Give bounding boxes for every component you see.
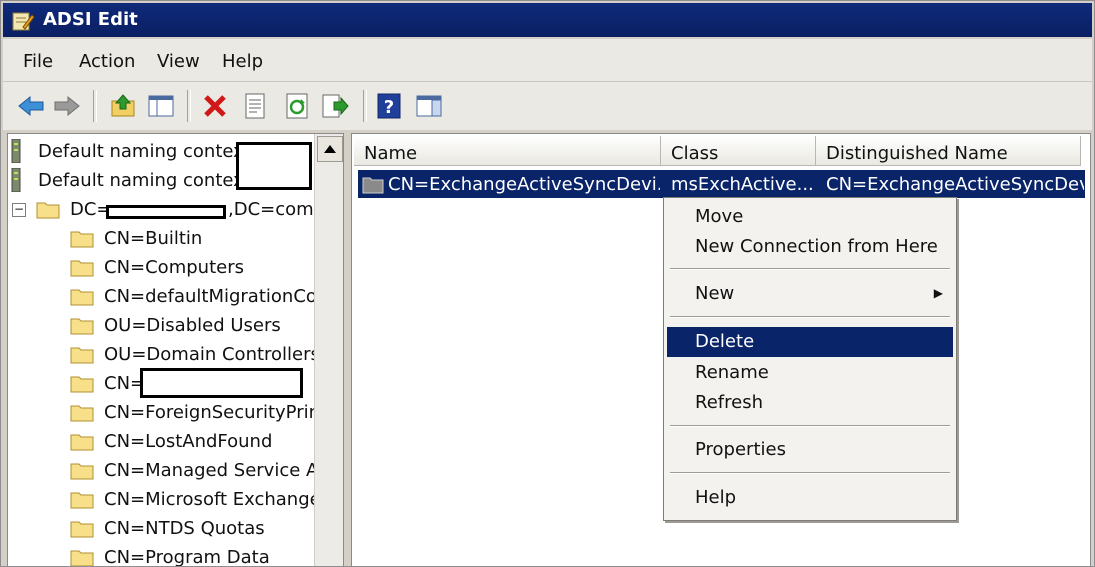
menu-help[interactable]: Help xyxy=(222,51,263,72)
menu-separator xyxy=(670,268,950,270)
menu-item-refresh[interactable]: Refresh xyxy=(667,388,953,418)
menu-item-new-connection[interactable]: New Connection from Here xyxy=(667,232,953,262)
window-title: ADSI Edit xyxy=(43,9,138,30)
tree-item-label: CN=Builtin xyxy=(104,228,203,249)
redaction-box xyxy=(236,142,312,190)
properties-icon[interactable] xyxy=(239,90,271,122)
row-name: CN=ExchangeActiveSyncDevi... xyxy=(388,174,660,195)
list-row-selected[interactable]: CN=ExchangeActiveSyncDevi... msExchActiv… xyxy=(358,170,1085,198)
server-icon xyxy=(11,139,21,163)
context-menu: Move New Connection from Here New ▶ Dele… xyxy=(663,197,957,521)
adsi-edit-app-icon xyxy=(11,9,35,37)
menu-separator xyxy=(670,316,950,318)
toolbar-separator xyxy=(187,90,191,122)
folder-icon xyxy=(70,318,94,335)
tree-item-label: CN=Program Data xyxy=(104,547,270,567)
folder-icon xyxy=(70,376,94,393)
folder-icon xyxy=(70,492,94,509)
tree-vertical-scrollbar[interactable] xyxy=(314,134,343,566)
folder-icon xyxy=(70,347,94,364)
menu-item-new[interactable]: New ▶ xyxy=(667,279,953,309)
menu-action[interactable]: Action xyxy=(79,51,135,72)
tree-item-label: CN=Computers xyxy=(104,257,244,278)
adsi-edit-window: ADSI Edit File Action View Help ? Defaul… xyxy=(0,0,1095,567)
help-icon[interactable]: ? xyxy=(373,90,405,122)
toolbar-separator xyxy=(93,90,97,122)
tree-connection-label: Default naming context xyxy=(38,141,251,162)
folder-icon xyxy=(70,434,94,451)
menu-item-properties[interactable]: Properties xyxy=(667,435,953,465)
tree-pane[interactable]: Default naming context Default naming co… xyxy=(7,133,344,567)
folder-icon xyxy=(70,260,94,277)
tree-item-label: CN=Managed Service Acc xyxy=(104,460,338,481)
row-class: msExchActive... xyxy=(671,174,814,195)
export-list-icon[interactable] xyxy=(319,90,351,122)
tree-item-label: OU=Domain Controllers xyxy=(104,344,320,365)
collapse-toggle[interactable]: − xyxy=(12,203,26,217)
tree-item-label: CN=LostAndFound xyxy=(104,431,273,452)
menu-bar: File Action View Help xyxy=(3,39,1092,82)
scroll-up-button[interactable] xyxy=(317,136,343,162)
menu-item-delete[interactable]: Delete xyxy=(667,327,953,357)
show-hide-tree-icon[interactable] xyxy=(145,90,177,122)
toolbar: ? xyxy=(3,82,1092,130)
folder-icon xyxy=(70,521,94,538)
tree-item-label: CN=Microsoft Exchange S xyxy=(104,489,338,510)
menu-separator xyxy=(670,472,950,474)
forward-icon[interactable] xyxy=(51,90,83,122)
menu-item-rename[interactable]: Rename xyxy=(667,358,953,388)
folder-icon xyxy=(70,405,94,422)
tree-item-label: CN=defaultMigrationCont xyxy=(104,286,336,307)
toolbar-separator xyxy=(363,90,367,122)
tree-root-row[interactable]: − DC= ,DC=com xyxy=(8,197,314,225)
column-header-distinguished-name[interactable]: Distinguished Name xyxy=(816,136,1081,166)
redaction-box xyxy=(140,368,303,398)
back-icon[interactable] xyxy=(15,90,47,122)
redaction-box xyxy=(106,205,226,219)
up-arrow-icon xyxy=(324,145,336,153)
up-level-icon[interactable] xyxy=(107,90,139,122)
column-header-class[interactable]: Class xyxy=(661,136,816,166)
tree-item-label: CN= xyxy=(104,373,146,394)
show-hide-action-pane-icon[interactable] xyxy=(413,90,445,122)
menu-file[interactable]: File xyxy=(23,51,53,72)
object-icon xyxy=(362,177,384,194)
submenu-arrow-icon: ▶ xyxy=(933,286,943,300)
menu-separator xyxy=(670,425,950,427)
tree-item-label: CN=ForeignSecurityPrinci xyxy=(104,402,335,423)
tree-item-label: OU=Disabled Users xyxy=(104,315,281,336)
menu-item-help[interactable]: Help xyxy=(667,483,953,513)
tree-root-suffix: ,DC=com xyxy=(228,199,314,220)
folder-icon xyxy=(70,289,94,306)
menu-view[interactable]: View xyxy=(157,51,200,72)
row-distinguished-name: CN=ExchangeActiveSyncDevic xyxy=(826,174,1084,195)
column-header-name[interactable]: Name xyxy=(354,136,661,166)
tree-connection-label: Default naming context xyxy=(38,170,251,191)
folder-icon xyxy=(70,550,94,566)
refresh-icon[interactable] xyxy=(281,90,313,122)
title-bar[interactable]: ADSI Edit xyxy=(3,3,1092,37)
svg-text:?: ? xyxy=(384,97,394,118)
server-icon xyxy=(11,168,21,192)
tree-item-label: CN=NTDS Quotas xyxy=(104,518,265,539)
folder-icon xyxy=(36,202,60,219)
folder-icon xyxy=(70,463,94,480)
folder-icon xyxy=(70,231,94,248)
delete-icon[interactable] xyxy=(199,90,231,122)
menu-item-move[interactable]: Move xyxy=(667,202,953,232)
